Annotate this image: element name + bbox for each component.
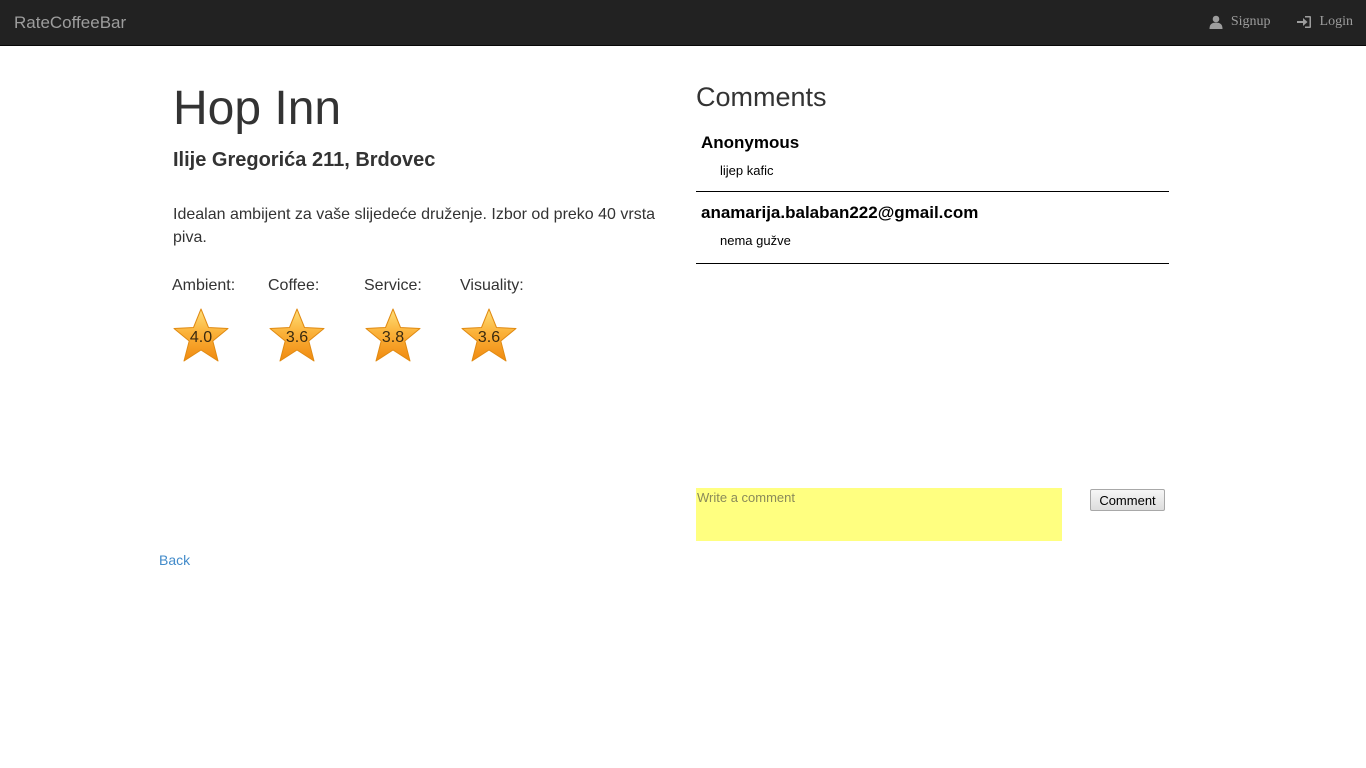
signup-link[interactable]: Signup <box>1209 14 1271 30</box>
rating-label: Ambient: <box>172 277 236 294</box>
rating-service: Service: 3.8 <box>364 276 460 365</box>
star-badge: 3.6 <box>460 307 518 365</box>
comment-submit-button[interactable]: Comment <box>1090 489 1165 511</box>
comment-item: anamarija.balaban222@gmail.com nema gužv… <box>696 192 1169 264</box>
rating-value: 4.0 <box>189 329 213 346</box>
place-description: Idealan ambijent za vaše slijedeće druže… <box>173 206 656 246</box>
comment-author: anamarija.balaban222@gmail.com <box>701 203 979 222</box>
rating-value: 3.8 <box>381 329 405 346</box>
rating-label: Coffee: <box>268 277 320 294</box>
comment-author: Anonymous <box>701 133 800 152</box>
ratings-row: Ambient: 4.0 Coffee: 3.6 Service: 3.8 Vi… <box>172 276 556 365</box>
login-link[interactable]: Login <box>1296 14 1353 30</box>
place-details: Hop Inn Ilije Gregorića 211, Brdovec Ide… <box>173 80 673 249</box>
place-address: Ilije Gregorića 211, Brdovec <box>173 149 436 171</box>
comments-section: Comments Anonymous lijep kafic anamarija… <box>696 80 1169 264</box>
login-label: Login <box>1319 14 1353 29</box>
rating-visuality: Visuality: 3.6 <box>460 276 556 365</box>
comment-text: nema gužve <box>720 233 791 248</box>
user-icon <box>1209 15 1223 29</box>
rating-value: 3.6 <box>285 329 309 346</box>
rating-value: 3.6 <box>477 329 501 346</box>
brand-link[interactable]: RateCoffeeBar <box>14 13 126 33</box>
star-badge: 3.6 <box>268 307 326 365</box>
back-link[interactable]: Back <box>159 552 190 568</box>
star-badge: 4.0 <box>172 307 230 365</box>
rating-label: Visuality: <box>460 277 524 294</box>
rating-label: Service: <box>364 277 422 294</box>
top-navbar: RateCoffeeBar Signup Login <box>0 0 1366 46</box>
place-title: Hop Inn <box>173 82 342 135</box>
rating-ambient: Ambient: 4.0 <box>172 276 268 365</box>
log-in-icon <box>1296 16 1311 28</box>
star-badge: 3.8 <box>364 307 422 365</box>
comments-title: Comments <box>696 82 827 112</box>
signup-label: Signup <box>1230 14 1271 29</box>
comment-item: Anonymous lijep kafic <box>696 132 1169 192</box>
rating-coffee: Coffee: 3.6 <box>268 276 364 365</box>
comment-text: lijep kafic <box>720 163 774 178</box>
nav-right: Signup Login <box>1209 14 1353 30</box>
comment-input[interactable] <box>696 488 1062 541</box>
